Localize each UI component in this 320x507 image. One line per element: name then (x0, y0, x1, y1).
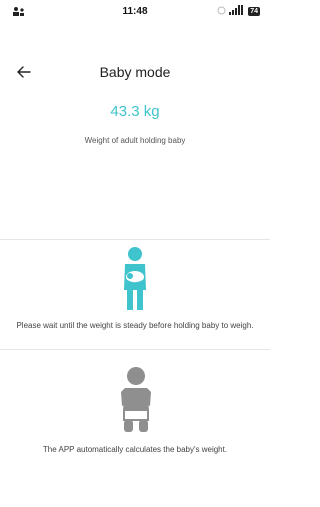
battery-indicator: 74 (248, 6, 260, 16)
weight-label: Weight of adult holding baby (84, 136, 186, 145)
signal-icon (229, 5, 245, 17)
step1-instruction: Please wait until the weight is steady b… (16, 321, 254, 330)
status-bar: 11:48 74 (0, 0, 270, 24)
page-title: Baby mode (99, 64, 171, 80)
step2-instruction: The APP automatically calculates the bab… (42, 445, 228, 454)
alarm-icon (217, 6, 226, 17)
divider-top (0, 239, 270, 240)
adult-holding-baby-icon (118, 246, 152, 317)
header: Baby mode (0, 62, 270, 92)
weight-value: 43.3 kg (110, 103, 160, 120)
divider-bottom (0, 349, 270, 350)
baby-icon (119, 366, 153, 439)
status-icons: 74 (217, 5, 260, 17)
